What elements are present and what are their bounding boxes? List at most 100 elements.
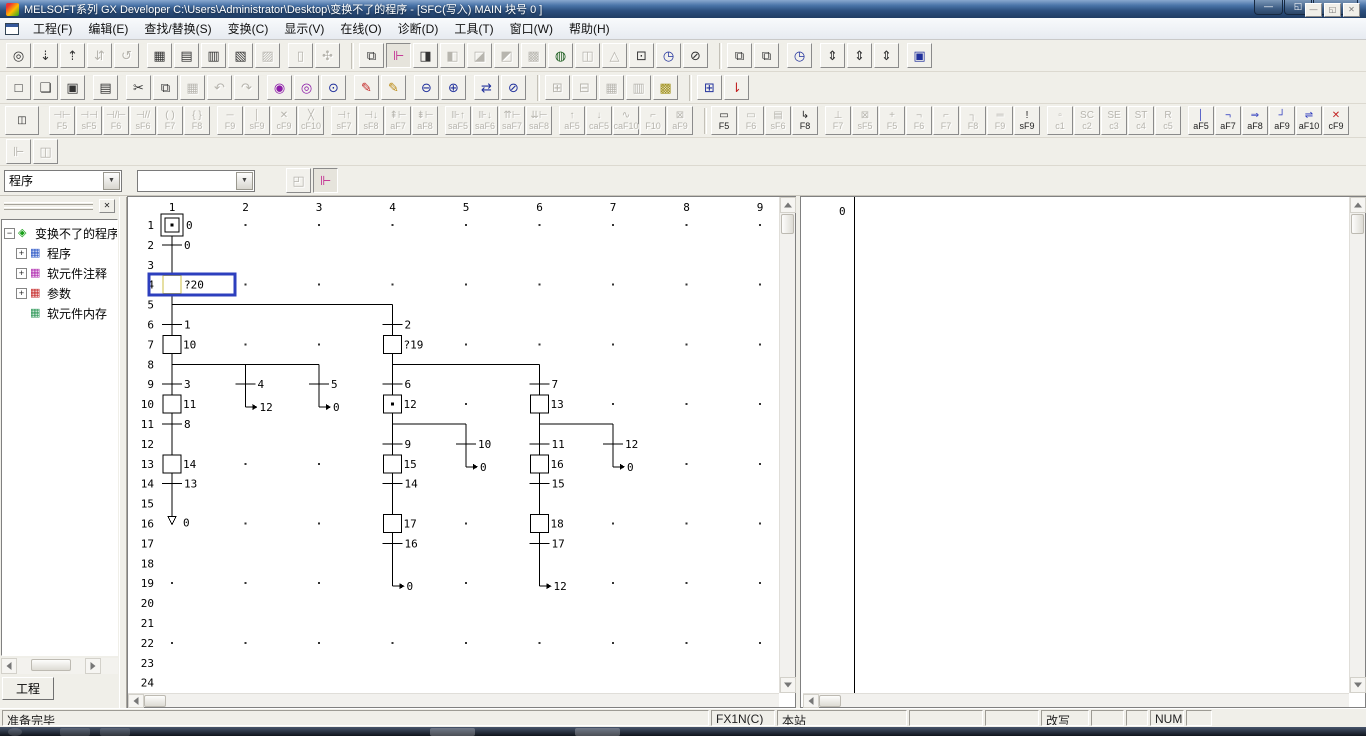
sfc-horizontal-scrollbar[interactable] xyxy=(128,693,779,707)
sfc-key-aF9-43[interactable]: ┘aF9 xyxy=(1269,106,1295,135)
pc-transfer-button[interactable]: ⇄ xyxy=(474,75,499,100)
expand-icon[interactable]: + xyxy=(16,248,27,259)
sfc-key-aF10-44[interactable]: ⇌aF10 xyxy=(1296,106,1322,135)
new-window-button[interactable]: ⧉ xyxy=(727,43,752,68)
expand-icon[interactable]: + xyxy=(16,288,27,299)
tree-item-device-comment[interactable]: +▦软元件注释 xyxy=(2,263,117,283)
sfc-step[interactable] xyxy=(163,335,181,353)
find-prev-button[interactable]: ⇡ xyxy=(60,43,85,68)
insert-column-button[interactable]: ▥ xyxy=(201,43,226,68)
arrange-window-button[interactable]: ⧉ xyxy=(754,43,779,68)
time-check-button[interactable]: ◷ xyxy=(787,43,812,68)
scroll-left-icon[interactable] xyxy=(1,658,17,674)
sfc-key-sF9-34[interactable]: !sF9 xyxy=(1014,106,1040,135)
sfc-vertical-scrollbar[interactable] xyxy=(779,197,795,693)
zoom-out-button[interactable]: ⊖ xyxy=(414,75,439,100)
ladder-vertical-scrollbar[interactable] xyxy=(1349,197,1365,693)
sfc-key-F5-23[interactable]: ▭F5 xyxy=(711,106,737,135)
scroll-right-icon[interactable] xyxy=(85,658,101,674)
tree-item-device-memory[interactable]: ▦软元件内存 xyxy=(2,303,117,323)
monitor-mode-button[interactable]: ◉ xyxy=(267,75,292,100)
ladder-zoom-panel[interactable]: 0 xyxy=(800,196,1366,708)
data-kind-combo[interactable]: 程序 ▼ xyxy=(4,170,122,192)
sfc-step[interactable] xyxy=(384,515,402,533)
monitor-window-button[interactable]: ▣ xyxy=(907,43,932,68)
scroll-thumb[interactable] xyxy=(1351,214,1364,234)
align-middle-button[interactable]: ⇕ xyxy=(847,43,872,68)
verify-button[interactable]: ⊘ xyxy=(501,75,526,100)
collapse-icon[interactable]: − xyxy=(4,228,15,239)
tree-item-program[interactable]: +▦程序 xyxy=(2,243,117,263)
monitor-write-mode-button[interactable]: ◎ xyxy=(294,75,319,100)
menu-f[interactable]: 工程(F) xyxy=(25,17,80,40)
menu-v[interactable]: 显示(V) xyxy=(276,17,332,40)
panel-splitter[interactable] xyxy=(119,197,127,708)
sfc-key-F8-26[interactable]: ↳F8 xyxy=(792,106,818,135)
scroll-up-icon[interactable] xyxy=(1350,197,1366,213)
sfc-step[interactable] xyxy=(531,455,549,473)
menu-s[interactable]: 查找/替换(S) xyxy=(136,17,219,40)
scroll-thumb[interactable] xyxy=(781,214,794,234)
align-top-button[interactable]: ⇕ xyxy=(820,43,845,68)
sfc-key-cF9-45[interactable]: ✕cF9 xyxy=(1323,106,1349,135)
save-button[interactable]: ▣ xyxy=(60,75,85,100)
mdi-close-button[interactable]: ✕ xyxy=(1343,3,1360,17)
scroll-left-icon[interactable] xyxy=(128,694,144,708)
scroll-thumb[interactable] xyxy=(31,659,71,671)
menu-t[interactable]: 工具(T) xyxy=(446,17,501,40)
sfc-step[interactable] xyxy=(531,515,549,533)
zoom-partial-button[interactable]: ◨ xyxy=(413,43,438,68)
ladder-horizontal-scrollbar[interactable] xyxy=(803,693,1349,707)
menu-c[interactable]: 变换(C) xyxy=(220,17,277,40)
mdi-restore-button[interactable]: ◱ xyxy=(1324,3,1341,17)
menu-w[interactable]: 窗口(W) xyxy=(502,17,561,40)
sfc-view-button[interactable]: ⊩ xyxy=(386,43,411,68)
monitor-clock-button[interactable]: ◷ xyxy=(656,43,681,68)
windows-taskbar[interactable] xyxy=(0,727,1366,736)
entry-monitor-button[interactable]: ⊙ xyxy=(321,75,346,100)
scroll-down-icon[interactable] xyxy=(1350,677,1366,693)
delete-column-button[interactable]: ▧ xyxy=(228,43,253,68)
scroll-down-icon[interactable] xyxy=(780,677,796,693)
alias-display-button[interactable]: ▩ xyxy=(653,75,678,100)
sfc-step[interactable] xyxy=(531,395,549,413)
cut-button[interactable]: ✂ xyxy=(126,75,151,100)
menu-e[interactable]: 编辑(E) xyxy=(80,17,136,40)
sort-z-button[interactable]: ◍ xyxy=(548,43,573,68)
data-name-combo[interactable]: ▼ xyxy=(137,170,255,192)
menu-o[interactable]: 在线(O) xyxy=(332,17,389,40)
tree-horizontal-scrollbar[interactable] xyxy=(1,658,118,674)
chevron-down-icon[interactable]: ▼ xyxy=(103,172,120,190)
sfc-step[interactable] xyxy=(384,335,402,353)
tree-panel-header[interactable]: ✕ xyxy=(2,199,117,217)
taskbar-item[interactable] xyxy=(430,728,475,736)
scroll-thumb[interactable] xyxy=(144,695,166,707)
block-display-button[interactable]: ⊞ xyxy=(697,75,722,100)
scroll-up-icon[interactable] xyxy=(780,197,796,213)
print-button[interactable]: ▤ xyxy=(93,75,118,100)
sfc-canvas[interactable]: 1234567891234567891011121314151617181920… xyxy=(128,197,779,693)
taskbar-item[interactable] xyxy=(100,728,130,736)
write-mode-button[interactable]: ✎ xyxy=(354,75,379,100)
scroll-left-icon[interactable] xyxy=(803,694,819,708)
sfc-block-display-button[interactable]: ⊩ xyxy=(313,168,338,193)
minimize-button[interactable]: — xyxy=(1254,0,1283,15)
chevron-down-icon[interactable]: ▼ xyxy=(236,172,253,190)
sfc-step[interactable] xyxy=(163,395,181,413)
taskbar-item[interactable] xyxy=(575,728,620,736)
insert-row-button[interactable]: ▦ xyxy=(147,43,172,68)
zoom-in-button[interactable]: ⊕ xyxy=(441,75,466,100)
symbol-list-button[interactable]: ◫ xyxy=(5,106,39,135)
align-bottom-button[interactable]: ⇕ xyxy=(874,43,899,68)
menu-d[interactable]: 诊断(D) xyxy=(390,17,447,40)
close-icon[interactable]: ✕ xyxy=(99,199,115,213)
taskbar-item[interactable] xyxy=(60,728,90,736)
tab-project[interactable]: 工程 xyxy=(2,677,54,700)
new-button[interactable]: □ xyxy=(6,75,31,100)
scroll-thumb[interactable] xyxy=(819,695,841,707)
mdi-minimize-button[interactable]: — xyxy=(1305,3,1322,17)
note-edit-button[interactable]: ⊡ xyxy=(629,43,654,68)
window-switch-button[interactable]: ⧉ xyxy=(359,43,384,68)
sfc-key-aF5-40[interactable]: │aF5 xyxy=(1188,106,1214,135)
find-button[interactable]: ◎ xyxy=(6,43,31,68)
